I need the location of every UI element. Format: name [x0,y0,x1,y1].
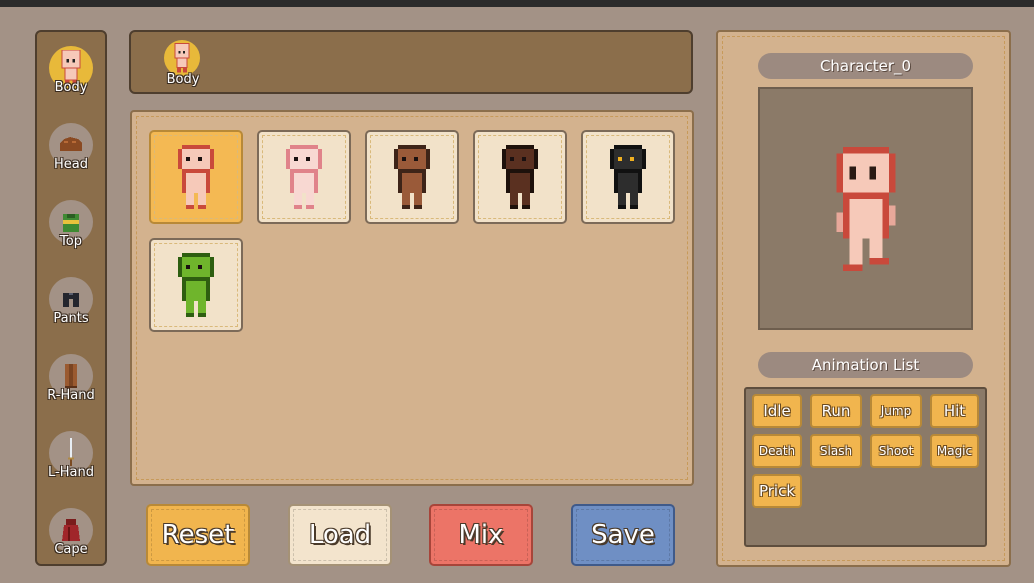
selected-category-label: Body [166,72,200,87]
category-label: L-Hand [48,465,94,480]
item-grid-panel [130,110,694,486]
body-option-pale[interactable] [257,130,351,224]
body-sprite [286,145,322,209]
anim-death-button[interactable]: Death [752,434,802,468]
category-label: Pants [53,311,89,326]
category-head[interactable]: Head [37,117,105,187]
body-option-dark[interactable] [473,130,567,224]
mix-button[interactable]: Mix [429,504,533,566]
category-body[interactable]: Body [37,40,105,110]
reset-button[interactable]: Reset [146,504,250,566]
character-sprite [836,146,895,271]
character-preview [758,87,973,330]
body-icon[interactable] [164,40,200,76]
body-option-brown[interactable] [365,130,459,224]
character-preview-panel: Character_0 Animation List Idle Run Jump… [716,30,1011,567]
body-sprite [610,145,646,209]
category-sidebar: Body Head Top Pants R-Hand L-Hand Cape [35,30,107,566]
category-l-hand[interactable]: L-Hand [37,425,105,495]
category-label: Cape [54,542,88,557]
body-sprite [502,145,538,209]
category-pants[interactable]: Pants [37,271,105,341]
category-label: Top [60,234,82,249]
body-sprite [178,145,214,209]
anim-run-button[interactable]: Run [810,394,862,428]
selected-category-bar: Body [129,30,693,94]
anim-shoot-button[interactable]: Shoot [870,434,922,468]
body-option-green[interactable] [149,238,243,332]
body-sprite [178,253,214,317]
anim-magic-button[interactable]: Magic [930,434,979,468]
anim-idle-button[interactable]: Idle [752,394,802,428]
anim-hit-button[interactable]: Hit [930,394,979,428]
window-top-border [0,0,1034,7]
animation-list: Idle Run Jump Hit Death Slash Shoot Magi… [744,387,987,547]
anim-slash-button[interactable]: Slash [810,434,862,468]
animation-list-title: Animation List [758,352,973,378]
category-top[interactable]: Top [37,194,105,264]
category-label: Head [54,157,88,172]
category-label: R-Hand [47,388,95,403]
body-option-shadow[interactable] [581,130,675,224]
category-r-hand[interactable]: R-Hand [37,348,105,418]
body-option-light[interactable] [149,130,243,224]
category-cape[interactable]: Cape [37,502,105,572]
anim-jump-button[interactable]: Jump [870,394,922,428]
category-label: Body [54,80,88,95]
save-button[interactable]: Save [571,504,675,566]
anim-prick-button[interactable]: Prick [752,474,802,508]
body-sprite [394,145,430,209]
load-button[interactable]: Load [288,504,392,566]
character-name: Character_0 [758,53,973,79]
